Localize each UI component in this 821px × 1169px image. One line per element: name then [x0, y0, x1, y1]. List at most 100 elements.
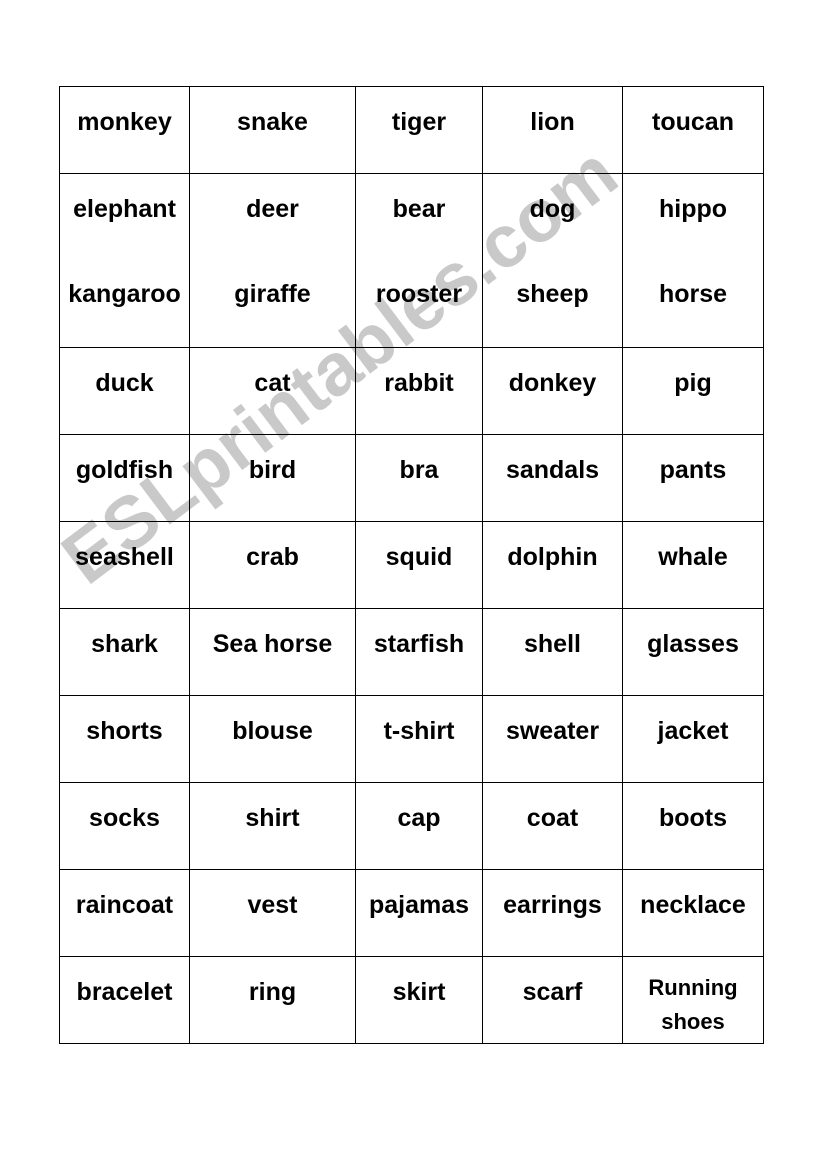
word-cell[interactable]: earrings: [482, 869, 623, 957]
word-cell[interactable]: t-shirt: [355, 695, 483, 783]
word-cell[interactable]: snake: [189, 86, 356, 174]
word-cell[interactable]: blouse: [189, 695, 356, 783]
word-cell[interactable]: shorts: [59, 695, 190, 783]
word-label: rooster: [375, 280, 463, 308]
word-label-pair: bear rooster: [356, 174, 482, 307]
table-row: duck cat rabbit donkey pig: [59, 347, 764, 435]
word-label: vest: [247, 891, 298, 919]
word-cell[interactable]: pig: [622, 347, 764, 435]
word-label: bear: [392, 195, 446, 223]
word-cell[interactable]: lion: [482, 86, 623, 174]
word-cell[interactable]: socks: [59, 782, 190, 870]
word-cell[interactable]: rabbit: [355, 347, 483, 435]
word-label: hippo: [658, 195, 728, 223]
word-label: horse: [658, 280, 728, 308]
word-label: dolphin: [507, 543, 598, 571]
word-cell[interactable]: shell: [482, 608, 623, 696]
word-cell[interactable]: ring: [189, 956, 356, 1044]
word-label: pajamas: [368, 891, 470, 919]
word-cell[interactable]: jacket: [622, 695, 764, 783]
word-cell[interactable]: dolphin: [482, 521, 623, 609]
word-label: tiger: [391, 108, 447, 136]
word-cell[interactable]: bra: [355, 434, 483, 522]
word-cell[interactable]: sweater: [482, 695, 623, 783]
word-cell[interactable]: seashell: [59, 521, 190, 609]
word-cell[interactable]: glasses: [622, 608, 764, 696]
word-label-pair: dog sheep: [483, 174, 622, 307]
word-label: whale: [658, 543, 728, 571]
word-label: toucan: [652, 108, 734, 136]
word-cell[interactable]: elephant kangaroo: [59, 173, 190, 348]
word-label: coat: [526, 804, 579, 832]
word-cell[interactable]: scarf: [482, 956, 623, 1044]
word-cell[interactable]: cap: [355, 782, 483, 870]
word-label: skirt: [392, 978, 446, 1006]
word-label: blouse: [232, 717, 313, 745]
word-cell[interactable]: raincoat: [59, 869, 190, 957]
word-label: deer: [246, 195, 299, 223]
word-cell[interactable]: bracelet: [59, 956, 190, 1044]
word-cell[interactable]: cat: [189, 347, 356, 435]
word-cell[interactable]: coat: [482, 782, 623, 870]
word-label: bra: [399, 456, 439, 484]
word-cell[interactable]: toucan: [622, 86, 764, 174]
word-label: Running shoes: [648, 975, 738, 1035]
word-label: necklace: [640, 891, 746, 919]
word-cell[interactable]: shirt: [189, 782, 356, 870]
word-label: rabbit: [384, 369, 454, 397]
word-cell[interactable]: monkey: [59, 86, 190, 174]
word-label: glasses: [647, 630, 739, 658]
word-label: earrings: [503, 891, 602, 919]
word-cell[interactable]: squid: [355, 521, 483, 609]
word-cell[interactable]: necklace: [622, 869, 764, 957]
word-label: bird: [248, 456, 297, 484]
word-cell[interactable]: pants: [622, 434, 764, 522]
word-label: shell: [524, 630, 581, 658]
word-label: lion: [530, 108, 575, 136]
table-row: bracelet ring skirt scarf Running shoes: [59, 956, 764, 1044]
word-label: jacket: [657, 717, 729, 745]
word-cell[interactable]: bear rooster: [355, 173, 483, 348]
word-cell[interactable]: crab: [189, 521, 356, 609]
word-label: pig: [674, 369, 712, 397]
word-cell[interactable]: whale: [622, 521, 764, 609]
table-row: goldfish bird bra sandals pants: [59, 434, 764, 522]
word-label: elephant: [73, 195, 176, 223]
word-cell[interactable]: skirt: [355, 956, 483, 1044]
table-row: shark Sea horse starfish shell glasses: [59, 608, 764, 696]
word-cell[interactable]: sandals: [482, 434, 623, 522]
word-label: squid: [385, 543, 453, 571]
word-label: sandals: [505, 456, 600, 484]
word-label: ring: [248, 978, 297, 1006]
word-cell[interactable]: donkey: [482, 347, 623, 435]
word-label: dog: [529, 195, 576, 223]
word-cell[interactable]: hippo horse: [622, 173, 764, 348]
bingo-word-grid: monkey snake tiger lion toucan elephant k…: [59, 86, 764, 1044]
word-cell[interactable]: goldfish: [59, 434, 190, 522]
word-cell[interactable]: pajamas: [355, 869, 483, 957]
word-label: shark: [91, 630, 158, 658]
word-label: crab: [246, 543, 299, 571]
word-label: boots: [658, 804, 728, 832]
word-label: starfish: [373, 630, 465, 658]
word-cell[interactable]: Running shoes: [622, 956, 764, 1044]
word-label: Sea horse: [212, 630, 333, 658]
word-label: raincoat: [75, 891, 174, 919]
word-label: snake: [237, 108, 308, 136]
word-label: sweater: [505, 717, 600, 745]
word-cell[interactable]: Sea horse: [189, 608, 356, 696]
word-cell[interactable]: vest: [189, 869, 356, 957]
word-cell[interactable]: boots: [622, 782, 764, 870]
word-label-pair: elephant kangaroo: [60, 174, 189, 307]
word-label: cap: [397, 804, 441, 832]
word-cell[interactable]: bird: [189, 434, 356, 522]
word-cell[interactable]: shark: [59, 608, 190, 696]
word-label: duck: [95, 369, 154, 397]
word-cell[interactable]: dog sheep: [482, 173, 623, 348]
page-sheet: ESLprintables.com monkey snake tiger lio…: [0, 0, 821, 1169]
word-cell[interactable]: tiger: [355, 86, 483, 174]
word-cell[interactable]: duck: [59, 347, 190, 435]
word-cell[interactable]: starfish: [355, 608, 483, 696]
word-label: scarf: [522, 978, 583, 1006]
word-cell[interactable]: deer giraffe: [189, 173, 356, 348]
